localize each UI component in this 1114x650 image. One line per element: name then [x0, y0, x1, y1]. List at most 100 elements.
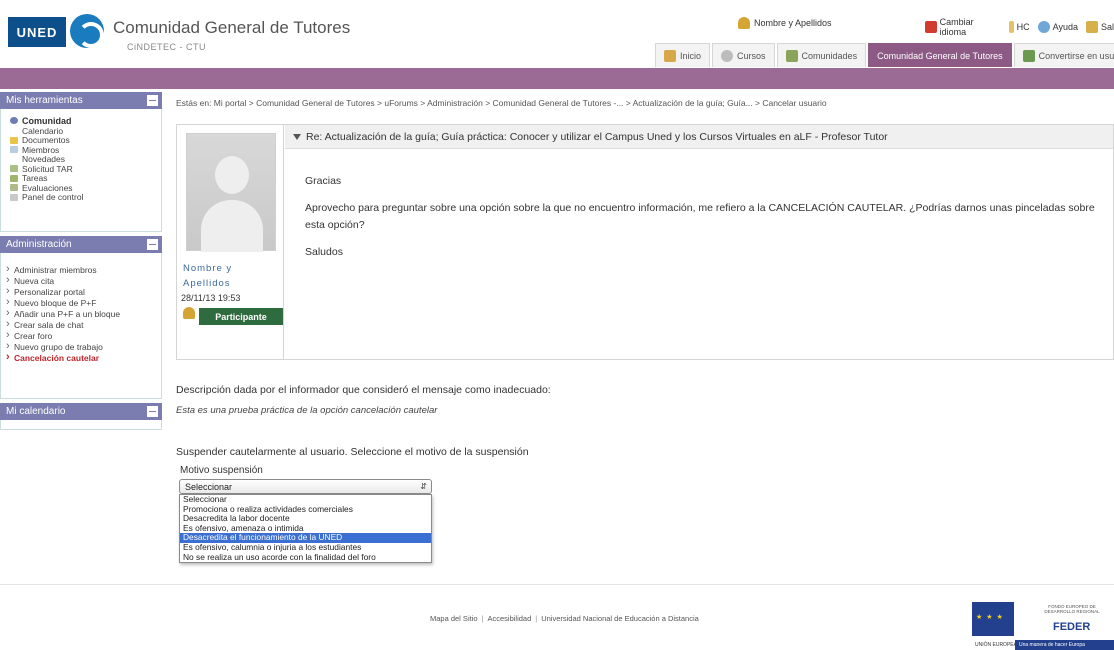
author-name[interactable]: Nombre y Apellidos — [183, 261, 243, 291]
control-panel-icon — [10, 193, 18, 201]
main-nav: Inicio Cursos Comunidades Comunidad Gene… — [655, 43, 1114, 67]
tool-evaluaciones[interactable]: Evaluaciones — [10, 183, 156, 193]
report-label: Descripción dada por el informador que c… — [176, 384, 551, 396]
nav-comunidad-general-label: Comunidad General de Tutores — [877, 50, 1003, 61]
tool-solicitud[interactable]: Solicitud TAR — [10, 164, 156, 174]
tool-panel[interactable]: Panel de control — [10, 192, 156, 202]
header-purple-bar — [0, 68, 1114, 89]
collapse-icon[interactable] — [147, 239, 158, 250]
members-icon — [10, 146, 18, 154]
footer-link-accessibility[interactable]: Accesibilidad — [487, 614, 531, 623]
post-subject: Re: Actualización de la guía; Guía práct… — [306, 130, 888, 143]
collapse-triangle-icon[interactable] — [293, 133, 301, 140]
motivo-label: Motivo suspensión — [180, 465, 263, 476]
calendar-title: Mi calendario — [6, 406, 66, 417]
post-date: 28/11/13 19:53 — [181, 293, 241, 303]
hc-link[interactable]: HC — [1008, 17, 1030, 37]
nav-inicio-label: Inicio — [680, 50, 702, 61]
post-paragraph: Aprovecho para preguntar sobre una opció… — [305, 202, 1095, 231]
admin-item[interactable]: Nueva cita — [6, 274, 156, 287]
nav-convertirse[interactable]: Convertirse en usua — [1013, 43, 1114, 67]
flag-icon — [925, 21, 937, 33]
tools-list: Comunidad Calendario Documentos Miembros… — [0, 109, 162, 232]
news-icon — [10, 156, 18, 163]
tool-tareas[interactable]: Tareas — [10, 173, 156, 184]
tool-miembros[interactable]: Miembros — [10, 145, 156, 155]
feder-slogan: Una manera de hacer Europa — [1015, 640, 1114, 650]
calendar-icon — [10, 127, 18, 134]
admin-item[interactable]: Crear foro — [6, 329, 156, 342]
admin-title: Administración — [6, 239, 72, 250]
tool-calendario[interactable]: Calendario — [10, 126, 156, 136]
communities-icon — [785, 49, 798, 62]
admin-item[interactable]: Nuevo grupo de trabajo — [6, 340, 156, 353]
report-text: Esta es una prueba práctica de la opción… — [176, 405, 438, 416]
admin-item[interactable]: Nuevo bloque de P+F — [6, 296, 156, 309]
user-icon — [183, 307, 195, 319]
logout-link[interactable]: Sal — [1085, 17, 1114, 37]
post-header[interactable]: Re: Actualización de la guía; Guía práct… — [285, 125, 1113, 149]
nav-comunidad-general[interactable]: Comunidad General de Tutores — [868, 43, 1012, 67]
tool-label: Calendario — [22, 125, 64, 136]
footer-separator: | — [481, 614, 484, 623]
site-title[interactable]: Comunidad General de Tutores — [113, 18, 350, 38]
calendar-box — [0, 420, 162, 430]
tool-label: Comunidad — [22, 115, 72, 126]
nav-cursos[interactable]: Cursos — [712, 43, 775, 67]
nav-inicio[interactable]: Inicio — [655, 43, 711, 67]
footer-link-uned[interactable]: Universidad Nacional de Educación a Dist… — [541, 614, 699, 623]
admin-item-cancelacion[interactable]: Cancelación cautelar — [6, 351, 156, 364]
nav-comunidades[interactable]: Comunidades — [776, 43, 867, 67]
tasks-icon — [10, 174, 18, 182]
user-area[interactable]: Nombre y Apellidos — [738, 17, 832, 29]
post-body: Gracias Aprovecho para preguntar sobre u… — [305, 173, 1105, 271]
home-icon — [664, 49, 676, 62]
author-column: Nombre y Apellidos 28/11/13 19:53 Partic… — [177, 125, 284, 359]
tools-title: Mis herramientas — [6, 95, 83, 106]
dropdown-option[interactable]: No se realiza un uso acorde con la final… — [180, 552, 431, 563]
tool-label: Solicitud TAR — [22, 163, 73, 174]
post-paragraph: Saludos — [305, 246, 343, 258]
tool-label: Evaluaciones — [22, 182, 73, 193]
help-link[interactable]: Ayuda — [1037, 17, 1078, 37]
select-arrows-icon: ⇵ — [420, 482, 427, 491]
admin-item[interactable]: Crear sala de chat — [6, 318, 156, 331]
feder-small-text: FONDO EUROPEO DE DESARROLLO REGIONAL — [1044, 604, 1100, 614]
uned-circle-logo-icon — [70, 14, 104, 48]
suspension-label: Suspender cautelarmente al usuario. Sele… — [176, 446, 529, 458]
breadcrumb[interactable]: Estás en: Mi portal > Comunidad General … — [176, 98, 827, 108]
admin-item[interactable]: Personalizar portal — [6, 285, 156, 298]
avatar — [186, 133, 276, 252]
tool-documentos[interactable]: Documentos — [10, 135, 156, 145]
footer-link-sitemap[interactable]: Mapa del Sitio — [430, 614, 478, 623]
change-language-label: Cambiar idioma — [939, 17, 974, 37]
hc-icon — [1008, 21, 1014, 33]
tool-label: Miembros — [22, 144, 60, 155]
help-icon — [1037, 21, 1050, 33]
logout-icon — [1085, 21, 1098, 33]
admin-item[interactable]: Administrar miembros — [6, 263, 156, 276]
motivo-select[interactable]: Seleccionar ⇵ — [179, 479, 432, 494]
eu-flag-icon — [972, 602, 1014, 636]
change-language-link[interactable]: Cambiar idioma — [925, 17, 1001, 37]
user-name[interactable]: Nombre y Apellidos — [754, 18, 832, 28]
admin-header[interactable]: Administración — [0, 236, 162, 253]
calendar-header[interactable]: Mi calendario — [0, 403, 162, 420]
tool-novedades[interactable]: Novedades — [10, 154, 156, 164]
nav-comunidades-label: Comunidades — [801, 50, 858, 61]
top-links: Cambiar idioma HC Ayuda Sal — [925, 17, 1114, 37]
eu-label: UNIÓN EUROPEA — [975, 642, 1017, 648]
uned-logo[interactable]: UNED — [8, 17, 66, 47]
tools-header[interactable]: Mis herramientas — [0, 92, 162, 109]
collapse-icon[interactable] — [147, 95, 158, 106]
nav-convertirse-label: Convertirse en usua — [1038, 50, 1114, 61]
nav-cursos-label: Cursos — [737, 50, 766, 61]
tool-label: Tareas — [22, 173, 48, 184]
select-value: Seleccionar — [185, 481, 233, 492]
sidebar: Mis herramientas Comunidad Calendario Do… — [0, 92, 162, 430]
admin-item[interactable]: Añadir una P+F a un bloque — [6, 307, 156, 320]
user-icon — [738, 17, 750, 29]
footer-divider — [0, 584, 1114, 585]
collapse-icon[interactable] — [147, 406, 158, 417]
tool-comunidad[interactable]: Comunidad — [10, 115, 156, 126]
